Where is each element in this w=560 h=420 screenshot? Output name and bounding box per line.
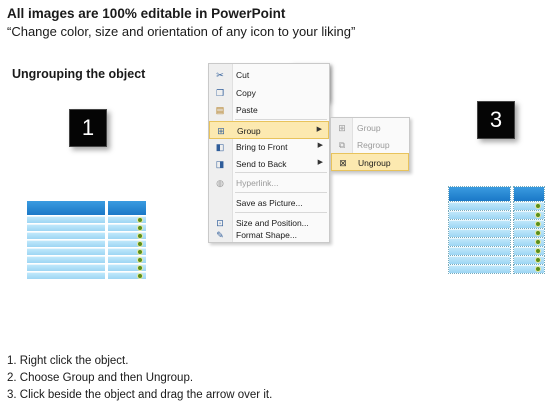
hyperlink-icon: ◍ xyxy=(216,178,224,188)
submenu-item-label: Regroup xyxy=(357,140,390,150)
instruction-item: 2. Choose Group and then Ungroup. xyxy=(7,372,194,384)
table-cell xyxy=(448,201,511,211)
menu-item-label: Copy xyxy=(236,88,256,98)
ungroup-icon: ⊠ xyxy=(339,158,347,168)
menu-item-label: Format Shape... xyxy=(236,230,297,240)
instruction-item: 3. Click beside the object and drag the … xyxy=(7,389,273,401)
paste-icon: ▤ xyxy=(215,105,225,115)
menu-separator xyxy=(235,119,327,120)
table-cell xyxy=(27,232,105,239)
context-menu: ✂ Cut ❐ Copy ▤ Paste ⊞ Group ▶ ◧ Bring t… xyxy=(208,63,330,243)
check-icon xyxy=(535,257,541,263)
menu-item-label: Save as Picture... xyxy=(236,198,303,208)
table-cell xyxy=(27,240,105,247)
table-cell xyxy=(448,264,511,274)
table-cell xyxy=(448,219,511,229)
chevron-right-icon: ▶ xyxy=(317,142,323,149)
check-icon xyxy=(535,203,541,209)
submenu-item-label: Ungroup xyxy=(358,158,391,168)
regroup-icon: ⧉ xyxy=(338,140,346,150)
check-icon xyxy=(535,221,541,227)
menu-item-copy[interactable]: ❐ Copy xyxy=(209,84,329,102)
menu-item-bring-to-front[interactable]: ◧ Bring to Front ▶ xyxy=(209,138,329,156)
menu-item-label: Paste xyxy=(236,105,258,115)
table-cell xyxy=(27,264,105,271)
check-icon xyxy=(137,232,143,239)
chevron-right-icon: ▶ xyxy=(316,126,322,133)
check-icon xyxy=(535,266,541,272)
table-cell xyxy=(448,237,511,247)
menu-item-hyperlink: ◍ Hyperlink... xyxy=(209,174,329,192)
menu-item-label: Bring to Front xyxy=(236,142,288,152)
send-back-icon: ◨ xyxy=(215,159,225,169)
menu-separator xyxy=(235,172,327,173)
menu-item-label: Send to Back xyxy=(236,159,287,169)
bring-front-icon: ◧ xyxy=(215,142,225,152)
menu-item-group[interactable]: ⊞ Group ▶ xyxy=(209,121,329,139)
instruction-list: 1. Right click the object. 2. Choose Gro… xyxy=(7,353,272,404)
step-box-1: 1 xyxy=(69,109,107,147)
check-icon xyxy=(137,216,143,223)
check-icon xyxy=(535,212,541,218)
check-icon xyxy=(137,264,143,271)
table-header-cell xyxy=(448,186,511,202)
step-box-3: 3 xyxy=(477,101,515,139)
check-icon xyxy=(535,239,541,245)
ungrouped-table-object[interactable] xyxy=(448,186,545,274)
table-header-cell xyxy=(27,201,105,215)
instruction-item: 1. Right click the object. xyxy=(7,355,129,367)
table-header-cell xyxy=(108,201,146,215)
grouped-table-object[interactable] xyxy=(27,201,147,279)
table-cell xyxy=(448,255,511,265)
check-icon xyxy=(535,248,541,254)
page-subtitle: “Change color, size and orientation of a… xyxy=(7,24,356,39)
check-icon xyxy=(137,240,143,247)
check-icon xyxy=(137,248,143,255)
submenu-item-regroup: ⧉ Regroup xyxy=(331,136,409,154)
table-header-cell xyxy=(513,186,545,202)
table-cell xyxy=(448,246,511,256)
chevron-right-icon: ▶ xyxy=(317,159,323,166)
table-cell xyxy=(448,228,511,238)
copy-icon: ❐ xyxy=(215,88,225,98)
table-cell xyxy=(27,224,105,231)
menu-separator xyxy=(235,212,327,213)
submenu-item-label: Group xyxy=(357,123,381,133)
scissors-icon: ✂ xyxy=(216,70,224,80)
table-cell xyxy=(27,248,105,255)
section-heading: Ungrouping the object xyxy=(12,67,146,81)
group-icon: ⊞ xyxy=(217,126,225,136)
menu-item-format-shape[interactable]: ✎ Format Shape... xyxy=(209,226,329,244)
menu-item-label: Hyperlink... xyxy=(236,178,279,188)
group-submenu: ⊞ Group ⧉ Regroup ⊠ Ungroup xyxy=(330,117,410,172)
menu-item-send-to-back[interactable]: ◨ Send to Back ▶ xyxy=(209,155,329,173)
group-icon: ⊞ xyxy=(338,123,346,133)
table-cell xyxy=(27,256,105,263)
table-cell xyxy=(27,216,105,223)
menu-separator xyxy=(235,192,327,193)
submenu-item-ungroup[interactable]: ⊠ Ungroup xyxy=(331,153,409,171)
check-icon xyxy=(137,224,143,231)
table-cell xyxy=(448,210,511,220)
menu-item-label: Group xyxy=(237,126,261,136)
menu-item-cut[interactable]: ✂ Cut xyxy=(209,66,329,84)
check-icon xyxy=(137,256,143,263)
check-icon xyxy=(137,272,143,279)
page-title: All images are 100% editable in PowerPoi… xyxy=(7,6,286,21)
menu-item-save-as-picture[interactable]: Save as Picture... xyxy=(209,194,329,212)
format-shape-icon: ✎ xyxy=(216,230,224,240)
menu-item-label: Cut xyxy=(236,70,250,80)
submenu-item-group: ⊞ Group xyxy=(331,119,409,137)
menu-item-paste[interactable]: ▤ Paste xyxy=(209,101,329,119)
check-icon xyxy=(535,230,541,236)
table-cell xyxy=(27,272,105,279)
